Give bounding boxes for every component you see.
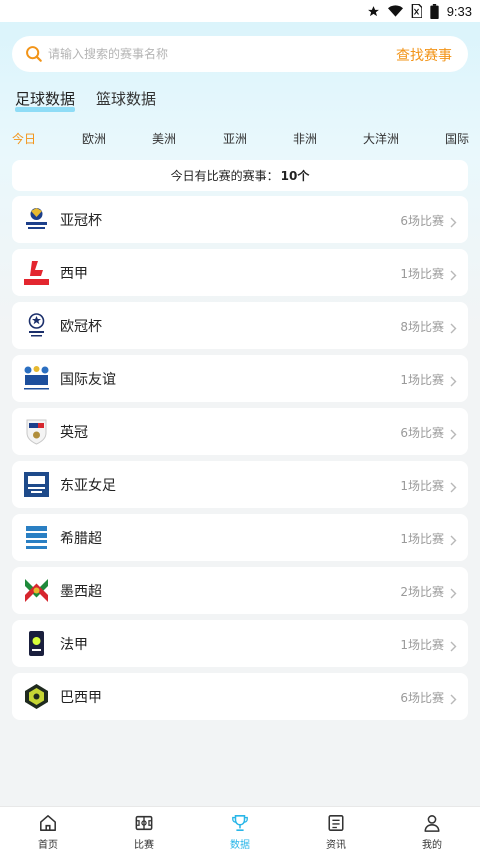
league-row-eaff[interactable]: 东亚女足 1场比赛 — [12, 461, 468, 508]
chevron-right-icon — [450, 690, 457, 709]
region-tab-international[interactable]: 国际 — [445, 130, 469, 147]
match-count: 2场比赛 — [400, 585, 444, 599]
brasileirao-logo — [23, 683, 50, 710]
nav-item-data[interactable]: 数据 — [192, 807, 288, 853]
nav-item-profile[interactable]: 我的 — [384, 807, 480, 853]
summary-count: 10个 — [280, 169, 310, 183]
region-tab-americas[interactable]: 美洲 — [152, 130, 176, 147]
no-sim-icon — [411, 4, 422, 18]
league-name: 亚冠杯 — [60, 213, 102, 229]
league-row-uefa-champions-league[interactable]: 欧冠杯 8场比赛 — [12, 302, 468, 349]
league-name: 东亚女足 — [60, 478, 116, 494]
match-count: 1场比赛 — [400, 532, 444, 546]
nav-item-home[interactable]: 首页 — [0, 807, 96, 853]
chevron-right-icon — [450, 213, 457, 232]
region-tab-today[interactable]: 今日 — [12, 130, 36, 147]
chevron-right-icon — [450, 425, 457, 444]
liga-mx-logo — [23, 577, 50, 604]
tab-basketball-data[interactable]: 篮球数据 — [96, 88, 156, 109]
chevron-right-icon — [450, 637, 457, 656]
fifa-logo — [23, 365, 50, 392]
tab-football-data[interactable]: 足球数据 — [15, 88, 76, 112]
today-summary: 今日有比赛的赛事： 10个 — [12, 160, 468, 191]
chevron-right-icon — [450, 319, 457, 338]
efl-championship-logo — [23, 418, 50, 445]
tab-label: 足球数据 — [15, 90, 76, 108]
league-row-afc-champions-league[interactable]: 亚冠杯 6场比赛 — [12, 196, 468, 243]
league-name: 法甲 — [60, 637, 88, 653]
news-icon — [327, 814, 345, 836]
chevron-right-icon — [450, 531, 457, 550]
nav-label: 资讯 — [326, 840, 346, 851]
status-bar: 9:33 — [0, 0, 480, 22]
nav-item-news[interactable]: 资讯 — [288, 807, 384, 853]
nav-label: 比赛 — [134, 840, 154, 851]
wifi-icon — [387, 5, 403, 17]
search-input[interactable] — [48, 44, 348, 64]
nav-label: 数据 — [230, 840, 250, 851]
league-name: 墨西超 — [60, 584, 102, 600]
search-icon — [25, 45, 43, 67]
star-icon — [367, 5, 380, 18]
match-count: 6场比赛 — [400, 426, 444, 440]
chevron-right-icon — [450, 372, 457, 391]
chevron-right-icon — [450, 266, 457, 285]
afc-champions-league-logo — [23, 206, 50, 233]
match-count: 6场比赛 — [400, 691, 444, 705]
search-bar: 查找赛事 — [12, 36, 468, 72]
match-count: 6场比赛 — [400, 214, 444, 228]
league-row-ligue-1[interactable]: 法甲 1场比赛 — [12, 620, 468, 667]
league-name: 希腊超 — [60, 531, 102, 547]
league-name: 巴西甲 — [60, 690, 102, 706]
super-league-greece-logo — [23, 524, 50, 551]
pitch-icon — [135, 814, 153, 836]
nav-label: 首页 — [38, 840, 58, 851]
league-name: 国际友谊 — [60, 372, 116, 388]
league-row-efl-championship[interactable]: 英冠 6场比赛 — [12, 408, 468, 455]
league-row-super-league-greece[interactable]: 希腊超 1场比赛 — [12, 514, 468, 561]
region-tab-europe[interactable]: 欧洲 — [82, 130, 106, 147]
uefa-champions-league-logo — [23, 312, 50, 339]
match-count: 1场比赛 — [400, 373, 444, 387]
eaff-logo — [23, 471, 50, 498]
league-name: 英冠 — [60, 425, 88, 441]
region-tab-oceania[interactable]: 大洋洲 — [363, 130, 399, 147]
trophy-icon — [231, 814, 249, 836]
league-row-laliga[interactable]: 西甲 1场比赛 — [12, 249, 468, 296]
league-name: 欧冠杯 — [60, 319, 102, 335]
find-competition-button[interactable]: 查找赛事 — [396, 45, 452, 65]
summary-label: 今日有比赛的赛事： — [170, 169, 279, 183]
region-tab-asia[interactable]: 亚洲 — [223, 130, 247, 147]
league-row-liga-mx[interactable]: 墨西超 2场比赛 — [12, 567, 468, 614]
nav-item-matches[interactable]: 比赛 — [96, 807, 192, 853]
nav-label: 我的 — [422, 840, 442, 851]
laliga-logo — [23, 259, 50, 286]
league-name: 西甲 — [60, 266, 88, 282]
battery-icon — [430, 3, 439, 19]
home-icon — [39, 814, 57, 836]
chevron-right-icon — [450, 584, 457, 603]
match-count: 1场比赛 — [400, 479, 444, 493]
region-tabs: 今日 欧洲 美洲 亚洲 非洲 大洋洲 国际 — [0, 128, 480, 148]
region-tab-africa[interactable]: 非洲 — [293, 130, 317, 147]
bottom-nav: 首页 比赛 数据 资讯 我的 — [0, 806, 480, 853]
match-count: 8场比赛 — [400, 320, 444, 334]
league-row-brasileirao[interactable]: 巴西甲 6场比赛 — [12, 673, 468, 720]
ligue-1-logo — [23, 630, 50, 657]
profile-icon — [423, 814, 441, 836]
status-time: 9:33 — [446, 3, 472, 19]
tab-label: 篮球数据 — [96, 90, 157, 108]
league-row-international-friendly[interactable]: 国际友谊 1场比赛 — [12, 355, 468, 402]
chevron-right-icon — [450, 478, 457, 497]
match-count: 1场比赛 — [400, 267, 444, 281]
match-count: 1场比赛 — [400, 638, 444, 652]
